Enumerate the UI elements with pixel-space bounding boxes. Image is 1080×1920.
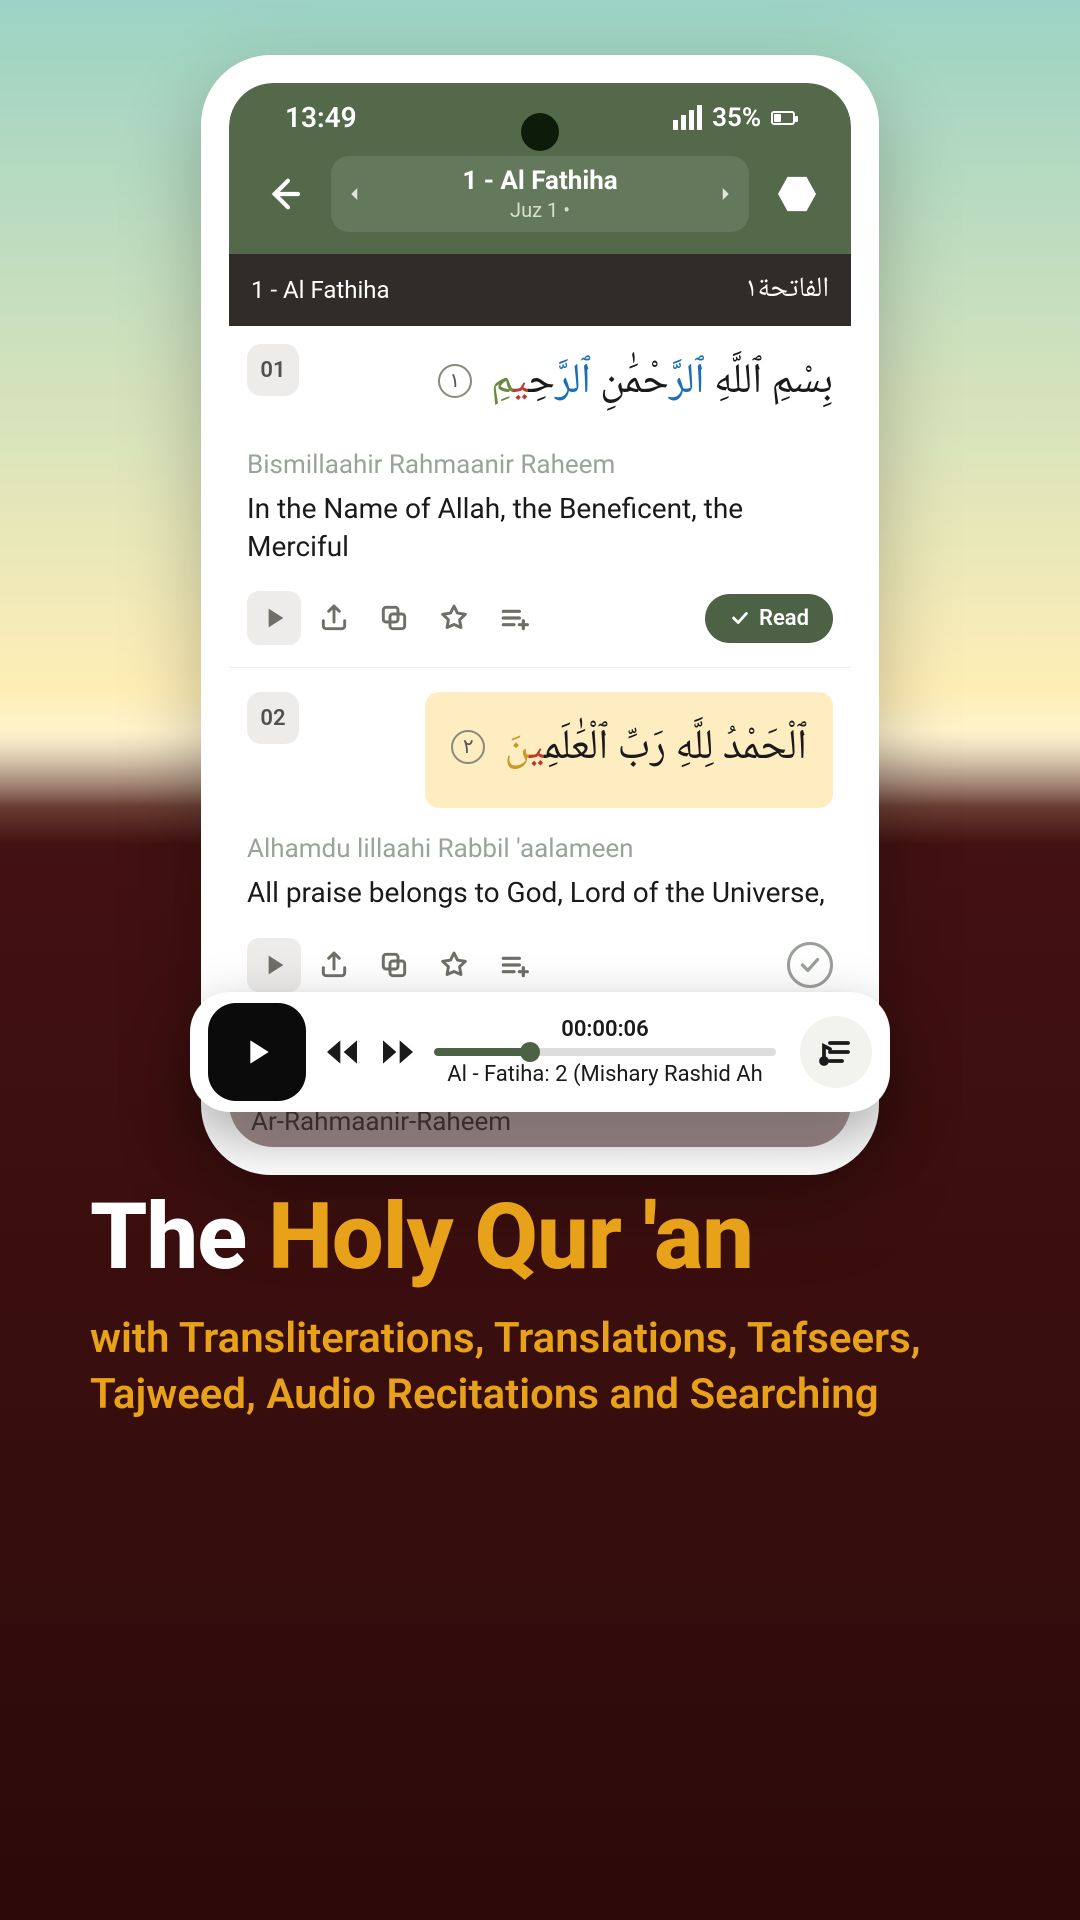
rewind-button[interactable] xyxy=(322,1032,362,1072)
fast-forward-button[interactable] xyxy=(378,1032,418,1072)
verse-play-button[interactable] xyxy=(247,938,301,992)
verse-bookmark-button[interactable] xyxy=(427,591,481,645)
screen: 13:49 35% 1 - Al Fathiha xyxy=(229,83,851,1147)
prev-surah-button[interactable] xyxy=(331,185,379,203)
ayah-end-marker: ٢ xyxy=(451,730,485,764)
verse-number-badge: 01 xyxy=(247,344,299,396)
player-now-playing: Al - Fatiha: 2 (Mishary Rashid Ah xyxy=(434,1062,776,1087)
surah-selector[interactable]: 1 - Al Fathiha Juz 1 • xyxy=(331,156,749,232)
chapter-name-ar: الفاتحة١ xyxy=(745,266,829,314)
battery-icon xyxy=(771,111,795,125)
verse-share-button[interactable] xyxy=(307,938,361,992)
verse-bookmark-button[interactable] xyxy=(427,938,481,992)
mark-read-button[interactable] xyxy=(787,942,833,988)
verse-arabic[interactable]: بِسْمِ ٱللَّهِ ٱلرَّحْمَٰنِ ٱلرَّحِيمِ ١ xyxy=(438,344,833,424)
next-surah-button[interactable] xyxy=(701,185,749,203)
promo-title: The Holy Qur 'an xyxy=(90,1190,990,1287)
back-button[interactable] xyxy=(253,164,313,224)
promo-block: The Holy Qur 'an with Transliterations, … xyxy=(0,1190,1080,1424)
verse-add-to-list-button[interactable] xyxy=(487,938,541,992)
status-battery: 35% xyxy=(712,103,761,133)
play-pause-button[interactable] xyxy=(208,1003,306,1101)
verse-list[interactable]: 01 بِسْمِ ٱللَّهِ ٱلرَّحْمَٰنِ ٱلرَّحِيم… xyxy=(229,326,851,1014)
audio-player: 00:00:06 Al - Fatiha: 2 (Mishary Rashid … xyxy=(190,992,890,1112)
verse-item: 02 ٱلْحَمْدُ لِلَّهِ رَبِّ ٱلْعَٰلَمِينَ… xyxy=(229,667,851,1014)
settings-button[interactable] xyxy=(767,164,827,224)
status-time: 13:49 xyxy=(285,101,357,134)
surah-juz: Juz 1 • xyxy=(462,198,617,222)
verse-copy-button[interactable] xyxy=(367,938,421,992)
camera-notch xyxy=(521,113,559,151)
verse-translation: All praise belongs to God, Lord of the U… xyxy=(247,874,833,912)
verse-item: 01 بِسْمِ ٱللَّهِ ٱلرَّحْمَٰنِ ٱلرَّحِيم… xyxy=(229,344,851,667)
gear-icon xyxy=(778,175,816,213)
verse-add-to-list-button[interactable] xyxy=(487,591,541,645)
promo-subtitle: with Transliterations, Translations, Taf… xyxy=(90,1311,970,1424)
verse-translation: In the Name of Allah, the Beneficent, th… xyxy=(247,490,833,566)
app-header: 13:49 35% 1 - Al Fathiha xyxy=(229,83,851,254)
verse-transliteration: Alhamdu lillaahi Rabbil 'aalameen xyxy=(247,834,833,864)
status-right: 35% xyxy=(673,103,795,133)
verse-copy-button[interactable] xyxy=(367,591,421,645)
read-chip[interactable]: Read xyxy=(705,594,833,643)
surah-title: 1 - Al Fathiha xyxy=(462,166,617,196)
chapter-name-en: 1 - Al Fathiha xyxy=(251,276,390,304)
verse-play-button[interactable] xyxy=(247,591,301,645)
signal-icon xyxy=(673,105,702,130)
surah-title-block: 1 - Al Fathiha Juz 1 • xyxy=(462,166,617,222)
verse-number-badge: 02 xyxy=(247,692,299,744)
player-seek-bar[interactable] xyxy=(434,1048,776,1056)
verse-arabic[interactable]: ٱلْحَمْدُ لِلَّهِ رَبِّ ٱلْعَٰلَمِينَ ٢ xyxy=(425,692,833,808)
chapter-subheader: 1 - Al Fathiha الفاتحة١ xyxy=(229,254,851,326)
playlist-button[interactable] xyxy=(800,1016,872,1088)
ayah-end-marker: ١ xyxy=(438,364,472,398)
verse-transliteration: Bismillaahir Rahmaanir Raheem xyxy=(247,450,833,480)
verse-share-button[interactable] xyxy=(307,591,361,645)
player-time: 00:00:06 xyxy=(434,1017,776,1042)
